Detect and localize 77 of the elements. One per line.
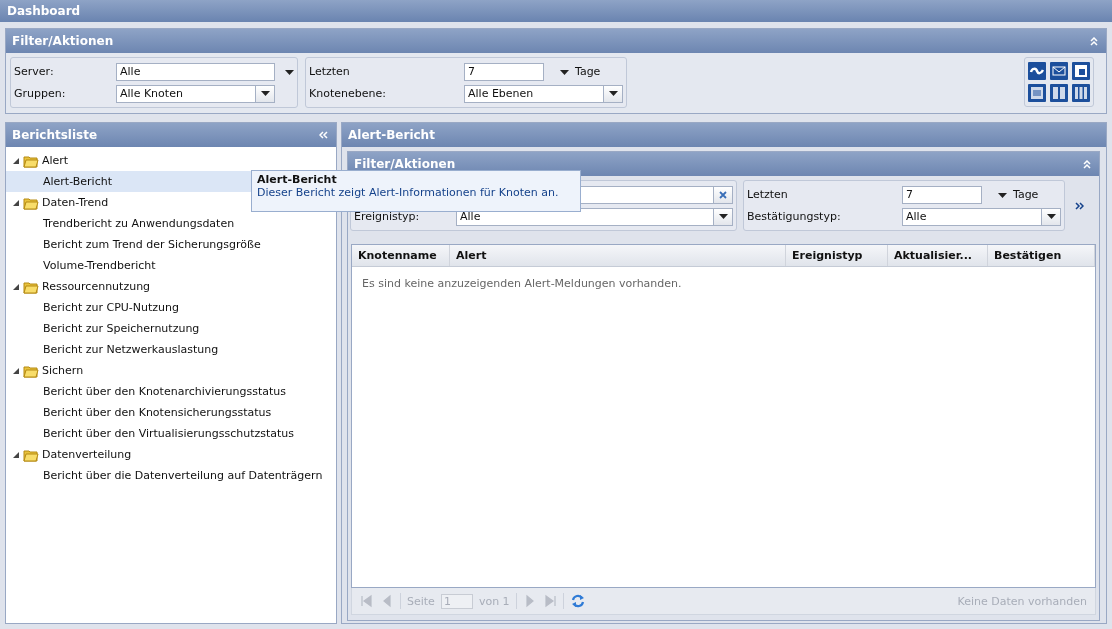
- field-label: Server:: [14, 65, 55, 78]
- tree-item[interactable]: Bericht zum Trend der Sicherungsgröße: [6, 234, 336, 255]
- status-text: Keine Daten vorhanden: [957, 594, 1087, 608]
- column-header[interactable]: Ereignistyp: [786, 245, 888, 266]
- tree-item[interactable]: Bericht über den Knotenarchivierungsstatus: [6, 381, 336, 402]
- dropdown-field[interactable]: Alle Ebenen: [464, 84, 604, 103]
- column-header[interactable]: Bestätigen: [988, 245, 1095, 266]
- dropdown-arrow-icon[interactable]: [608, 91, 618, 96]
- field-label: Ereignistyp:: [354, 210, 421, 223]
- tree-item[interactable]: Bericht zur Netzwerkauslastung: [6, 339, 336, 360]
- expanded-arrow-icon[interactable]: [12, 198, 20, 207]
- expanded-arrow-icon[interactable]: [12, 450, 20, 459]
- three-column-icon[interactable]: [1072, 84, 1090, 102]
- folder-icon: [23, 279, 39, 294]
- dropdown-arrow-icon[interactable]: [718, 214, 728, 219]
- tree-item[interactable]: Trendbericht zu Anwendungsdaten: [6, 213, 336, 234]
- empty-message: Es sind keine anzuzeigenden Alert-Meldungen vorhanden.: [361, 276, 683, 292]
- dropdown-arrow-icon[interactable]: [285, 70, 294, 75]
- field-label: Knotenebene:: [309, 87, 387, 100]
- column-header[interactable]: Alert: [450, 245, 786, 266]
- folder-icon: [23, 447, 39, 462]
- field-label: Bestätigungstyp:: [747, 210, 842, 223]
- field-label: Letzten: [747, 188, 789, 201]
- expanded-arrow-icon[interactable]: [12, 366, 20, 375]
- clear-icon: [719, 190, 727, 199]
- tree-item[interactable]: Volume-Trendbericht: [6, 255, 336, 276]
- expand-right-icon[interactable]: [1075, 201, 1084, 210]
- dropdown-arrow-icon[interactable]: [560, 70, 569, 75]
- page-count: von 1: [478, 594, 510, 608]
- field-label: Gruppen:: [14, 87, 67, 100]
- column-header[interactable]: Knotenname: [352, 245, 450, 266]
- dropdown-button[interactable]: [1042, 207, 1061, 226]
- panel-title: Berichtsliste: [12, 128, 98, 142]
- page-label: Seite: [407, 594, 435, 608]
- app-title: Dashboard: [0, 0, 1112, 22]
- tree-folder[interactable]: Daten-Trend: [42, 196, 109, 209]
- folder-icon: [23, 363, 39, 378]
- column-header[interactable]: Aktualisier...: [888, 245, 988, 266]
- tree-item[interactable]: Bericht über den Virtualisierungsschutzstatus: [6, 423, 336, 444]
- clear-button[interactable]: [714, 185, 733, 204]
- panel-title: Alert-Bericht: [348, 128, 435, 142]
- panel-title: Filter/Aktionen: [354, 157, 456, 171]
- expanded-arrow-icon[interactable]: [12, 282, 20, 291]
- dropdown-field[interactable]: Alle: [116, 62, 275, 81]
- dropdown-arrow-icon[interactable]: [260, 91, 270, 96]
- tree-item[interactable]: Bericht zur CPU-Nutzung: [6, 297, 336, 318]
- unit-label: Tage: [1013, 188, 1039, 201]
- unit-label: Tage: [575, 65, 601, 78]
- number-field[interactable]: 7: [464, 62, 544, 81]
- collapse-icon[interactable]: [1083, 159, 1091, 169]
- dropdown-arrow-icon[interactable]: [1046, 214, 1056, 219]
- dropdown-field[interactable]: Alle Knoten: [116, 84, 256, 103]
- dropdown-button[interactable]: [714, 207, 733, 226]
- two-column-icon[interactable]: [1050, 84, 1068, 102]
- tooltip-title: Alert-Bericht: [257, 173, 338, 186]
- folder-icon: [23, 195, 39, 210]
- field-label: Letzten: [309, 65, 351, 78]
- expanded-arrow-icon[interactable]: [12, 156, 20, 165]
- collapse-icon[interactable]: [1090, 36, 1098, 46]
- dropdown-button[interactable]: [604, 84, 623, 103]
- tree-folder[interactable]: Datenverteilung: [42, 448, 132, 461]
- tree-folder[interactable]: Sichern: [42, 364, 84, 377]
- folder-icon: [23, 153, 39, 168]
- window-icon[interactable]: [1072, 62, 1090, 80]
- mail-icon[interactable]: [1050, 62, 1068, 80]
- tree-folder[interactable]: Ressourcennutzung: [42, 280, 151, 293]
- tree-folder[interactable]: Alert: [42, 154, 69, 167]
- tree-item[interactable]: Bericht über die Datenverteilung auf Datenträgern: [6, 465, 336, 486]
- dropdown-field[interactable]: Alle: [902, 207, 1042, 226]
- dropdown-button[interactable]: [256, 84, 275, 103]
- panel-title: Filter/Aktionen: [12, 34, 114, 48]
- number-field[interactable]: 7: [902, 185, 982, 204]
- tree-item[interactable]: Bericht zur Speichernutzung: [6, 318, 336, 339]
- tree-item[interactable]: Bericht über den Knotensicherungsstatus: [6, 402, 336, 423]
- list-layout-icon[interactable]: [1028, 84, 1046, 102]
- dropdown-arrow-icon[interactable]: [998, 193, 1007, 198]
- collapse-left-icon[interactable]: [319, 131, 328, 139]
